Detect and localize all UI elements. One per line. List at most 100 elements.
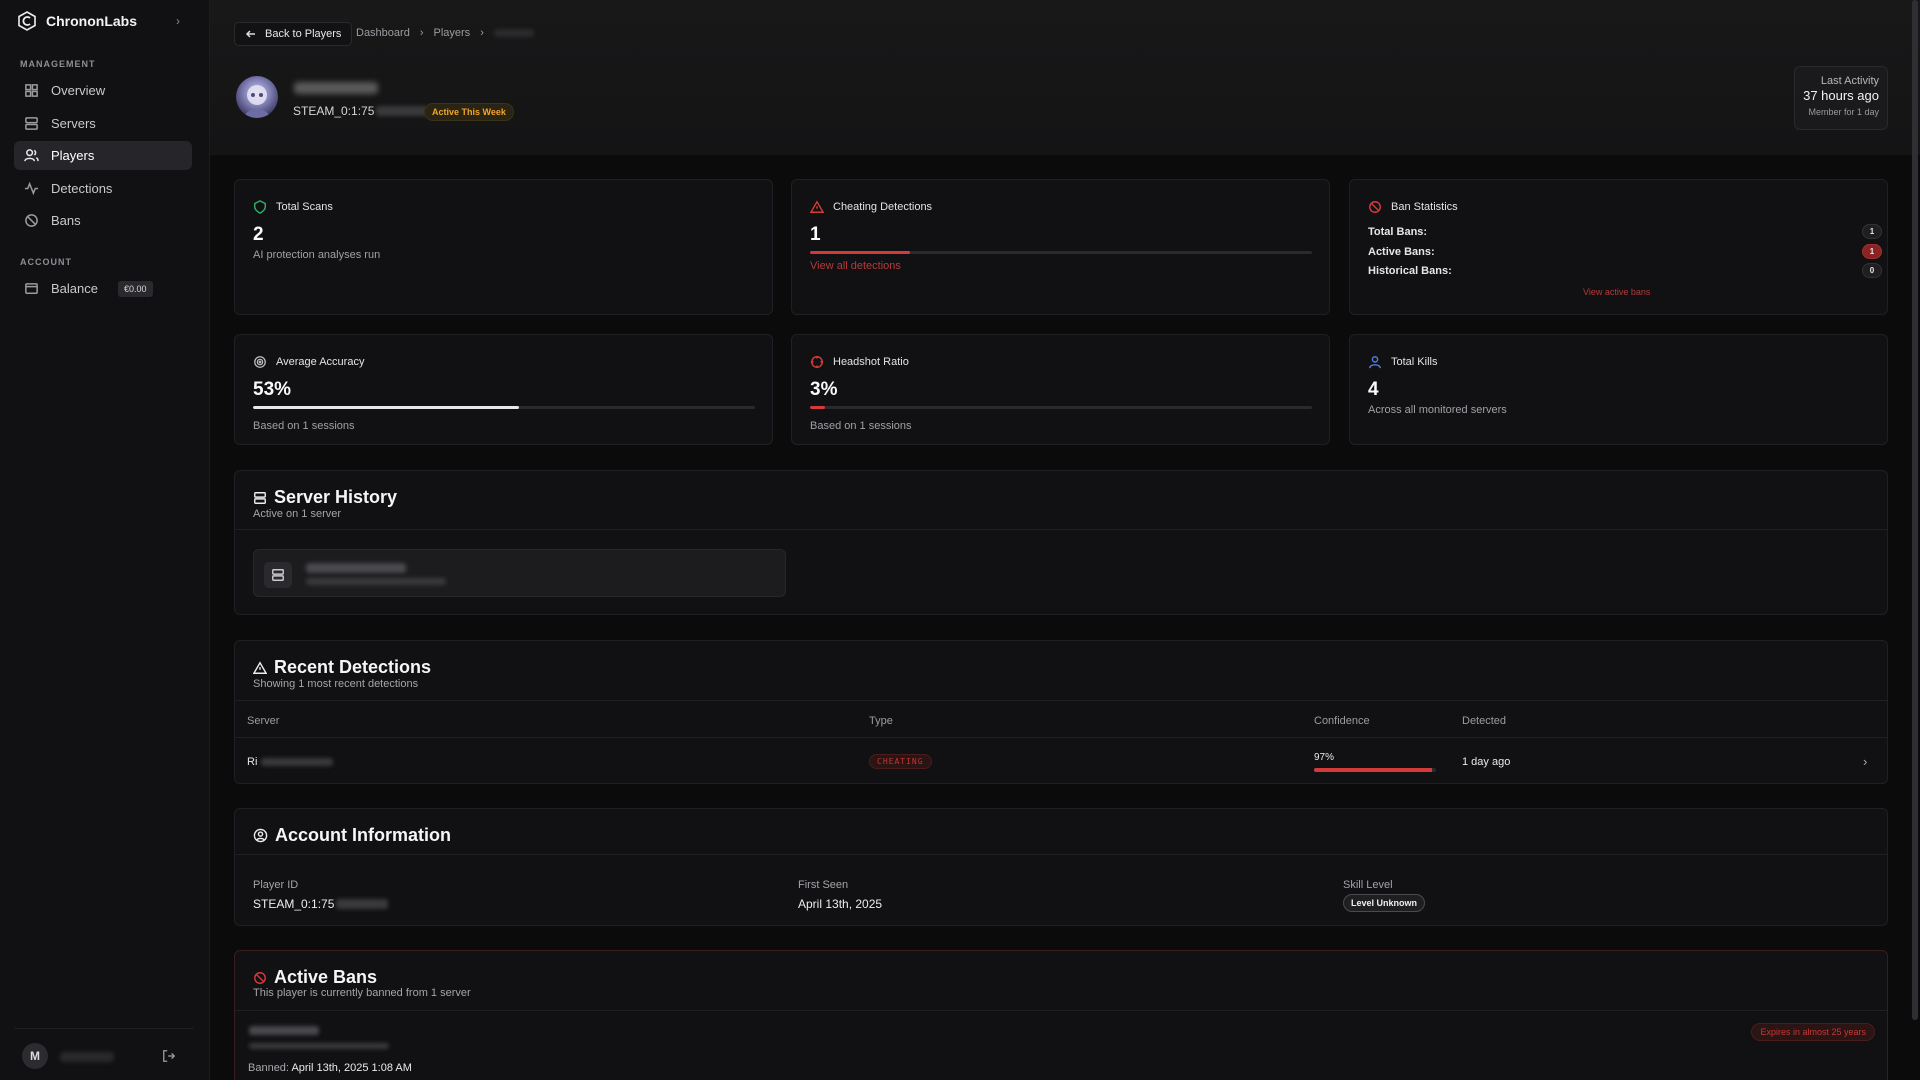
view-active-bans-link[interactable]: View active bans (1583, 287, 1650, 297)
banned-value: April 13th, 2025 1:08 AM (291, 1062, 412, 1074)
banned-label: Banned: (248, 1062, 289, 1074)
redacted-server-name (261, 758, 333, 766)
warning-icon (253, 660, 267, 674)
card-header: Ban Statistics (1368, 200, 1458, 214)
chevron-right-icon: › (480, 27, 484, 39)
activity-badge: Active This Week (424, 103, 514, 121)
breadcrumb: Dashboard › Players › (356, 27, 534, 39)
card-header: Average Accuracy (253, 355, 364, 369)
card-title: Total Kills (1391, 356, 1438, 368)
users-icon (24, 149, 39, 162)
sidebar-item-label: Detections (51, 181, 113, 196)
sidebar-item-servers[interactable]: Servers (14, 109, 192, 138)
card-header: Total Kills (1368, 355, 1437, 369)
sidebar-item-bans[interactable]: Bans (14, 206, 192, 235)
server-history-sub: Active on 1 server (253, 508, 342, 520)
steam-id: STEAM_0:1:75 (293, 104, 429, 118)
redacted-player-name (294, 82, 378, 94)
total-bans-row: Total Bans: 1 (1368, 224, 1882, 239)
historical-bans-count: 0 (1862, 263, 1882, 278)
management-section-label: MANAGEMENT (20, 59, 96, 69)
table-row[interactable]: Ri CHEATING 97% 1 day ago › (235, 737, 1887, 785)
logout-icon[interactable] (162, 1049, 176, 1063)
brand[interactable]: ChrononLabs (18, 10, 137, 32)
grid-icon (25, 84, 38, 97)
divider (235, 529, 1887, 530)
active-bans-sub: This player is currently banned from 1 s… (253, 987, 471, 999)
server-icon-box (264, 562, 292, 588)
server-tile[interactable] (253, 549, 786, 597)
server-history-title: Server History (274, 487, 398, 507)
detection-type-badge: CHEATING (869, 754, 932, 769)
server-icon (272, 569, 284, 581)
total-bans-count: 1 (1862, 224, 1882, 239)
recent-detections-section: Recent Detections Showing 1 most recent … (234, 640, 1888, 784)
total-bans-label: Total Bans: (1368, 226, 1428, 238)
redacted-id (376, 106, 429, 116)
user-icon (1369, 356, 1381, 369)
member-duration: Member for 1 day (1808, 107, 1879, 117)
user-footer: M (14, 1028, 194, 1080)
card-title: Ban Statistics (1391, 201, 1458, 213)
user-circle-icon (253, 828, 268, 843)
scrollbar[interactable] (1912, 0, 1918, 1020)
historical-bans-label: Historical Bans: (1368, 265, 1452, 277)
view-all-detections-link[interactable]: View all detections (810, 260, 901, 272)
accuracy-bar-fill (253, 406, 520, 409)
divider (235, 700, 1887, 701)
ban-statistics-card: Ban Statistics Total Bans: 1 Active Bans… (1349, 179, 1888, 315)
historical-bans-row: Historical Bans: 0 (1368, 263, 1882, 278)
breadcrumb-dashboard[interactable]: Dashboard (356, 27, 410, 39)
player-header (210, 0, 1920, 155)
sidebar-item-overview[interactable]: Overview (14, 76, 192, 105)
total-kills-card: Total Kills 4 Across all monitored serve… (1349, 334, 1888, 445)
shield-icon (254, 200, 266, 214)
detection-time: 1 day ago (1462, 756, 1511, 768)
sidebar-item-players[interactable]: Players (14, 141, 192, 170)
ban-expiry-badge: Expires in almost 25 years (1751, 1023, 1875, 1041)
redacted-username (60, 1052, 114, 1062)
avatar[interactable]: M (22, 1043, 48, 1069)
section-title: Active Bans (253, 967, 377, 988)
card-title: Cheating Detections (833, 201, 933, 213)
headshot-bar-fill (810, 406, 826, 409)
column-header-type: Type (869, 715, 893, 727)
active-bans-section: Active Bans This player is currently ban… (234, 950, 1888, 1080)
last-activity-card: Last Activity 37 hours ago Member for 1 … (1794, 66, 1888, 130)
cheating-bar-fill (810, 251, 911, 254)
redacted-server-address (249, 1043, 389, 1049)
balance-badge: €0.00 (117, 280, 153, 297)
breadcrumb-players[interactable]: Players (434, 27, 471, 39)
section-title: Account Information (253, 825, 451, 846)
sidebar-item-label: Balance (51, 281, 98, 296)
activity-icon (24, 181, 39, 196)
redacted-server-name (249, 1026, 319, 1035)
skill-level-label: Skill Level (1343, 879, 1393, 891)
card-header: Total Scans (253, 200, 333, 214)
crosshair-icon (810, 355, 824, 369)
cheating-value: 1 (810, 224, 821, 245)
arrow-left-icon (245, 30, 255, 38)
player-id-text: STEAM_0:1:75 (253, 897, 335, 911)
chevron-right-icon[interactable]: › (1863, 754, 1867, 769)
sidebar-item-balance[interactable]: Balance €0.00 (14, 274, 192, 303)
detection-confidence: 97% (1314, 752, 1335, 763)
player-id-value: STEAM_0:1:75 (253, 897, 389, 911)
back-to-players-button[interactable]: Back to Players (234, 22, 353, 46)
ban-icon (1369, 201, 1381, 213)
section-title: Recent Detections (253, 657, 431, 678)
redacted-server-name (306, 563, 406, 573)
chevron-right-icon[interactable]: › (176, 14, 180, 28)
server-icon (254, 491, 266, 504)
column-header-confidence: Confidence (1314, 715, 1370, 727)
ban-icon (254, 971, 266, 984)
player-avatar (236, 76, 278, 118)
sidebar-item-detections[interactable]: Detections (14, 174, 192, 203)
accuracy-value: 53% (253, 379, 292, 400)
sidebar: ChrononLabs › MANAGEMENT Overview Server… (0, 0, 210, 1080)
active-bans-label: Active Bans: (1368, 246, 1435, 258)
recent-detections-title: Recent Detections (274, 657, 432, 677)
avatar-image (244, 85, 270, 118)
total-scans-value: 2 (253, 224, 264, 245)
brand-name: ChrononLabs (46, 13, 137, 29)
